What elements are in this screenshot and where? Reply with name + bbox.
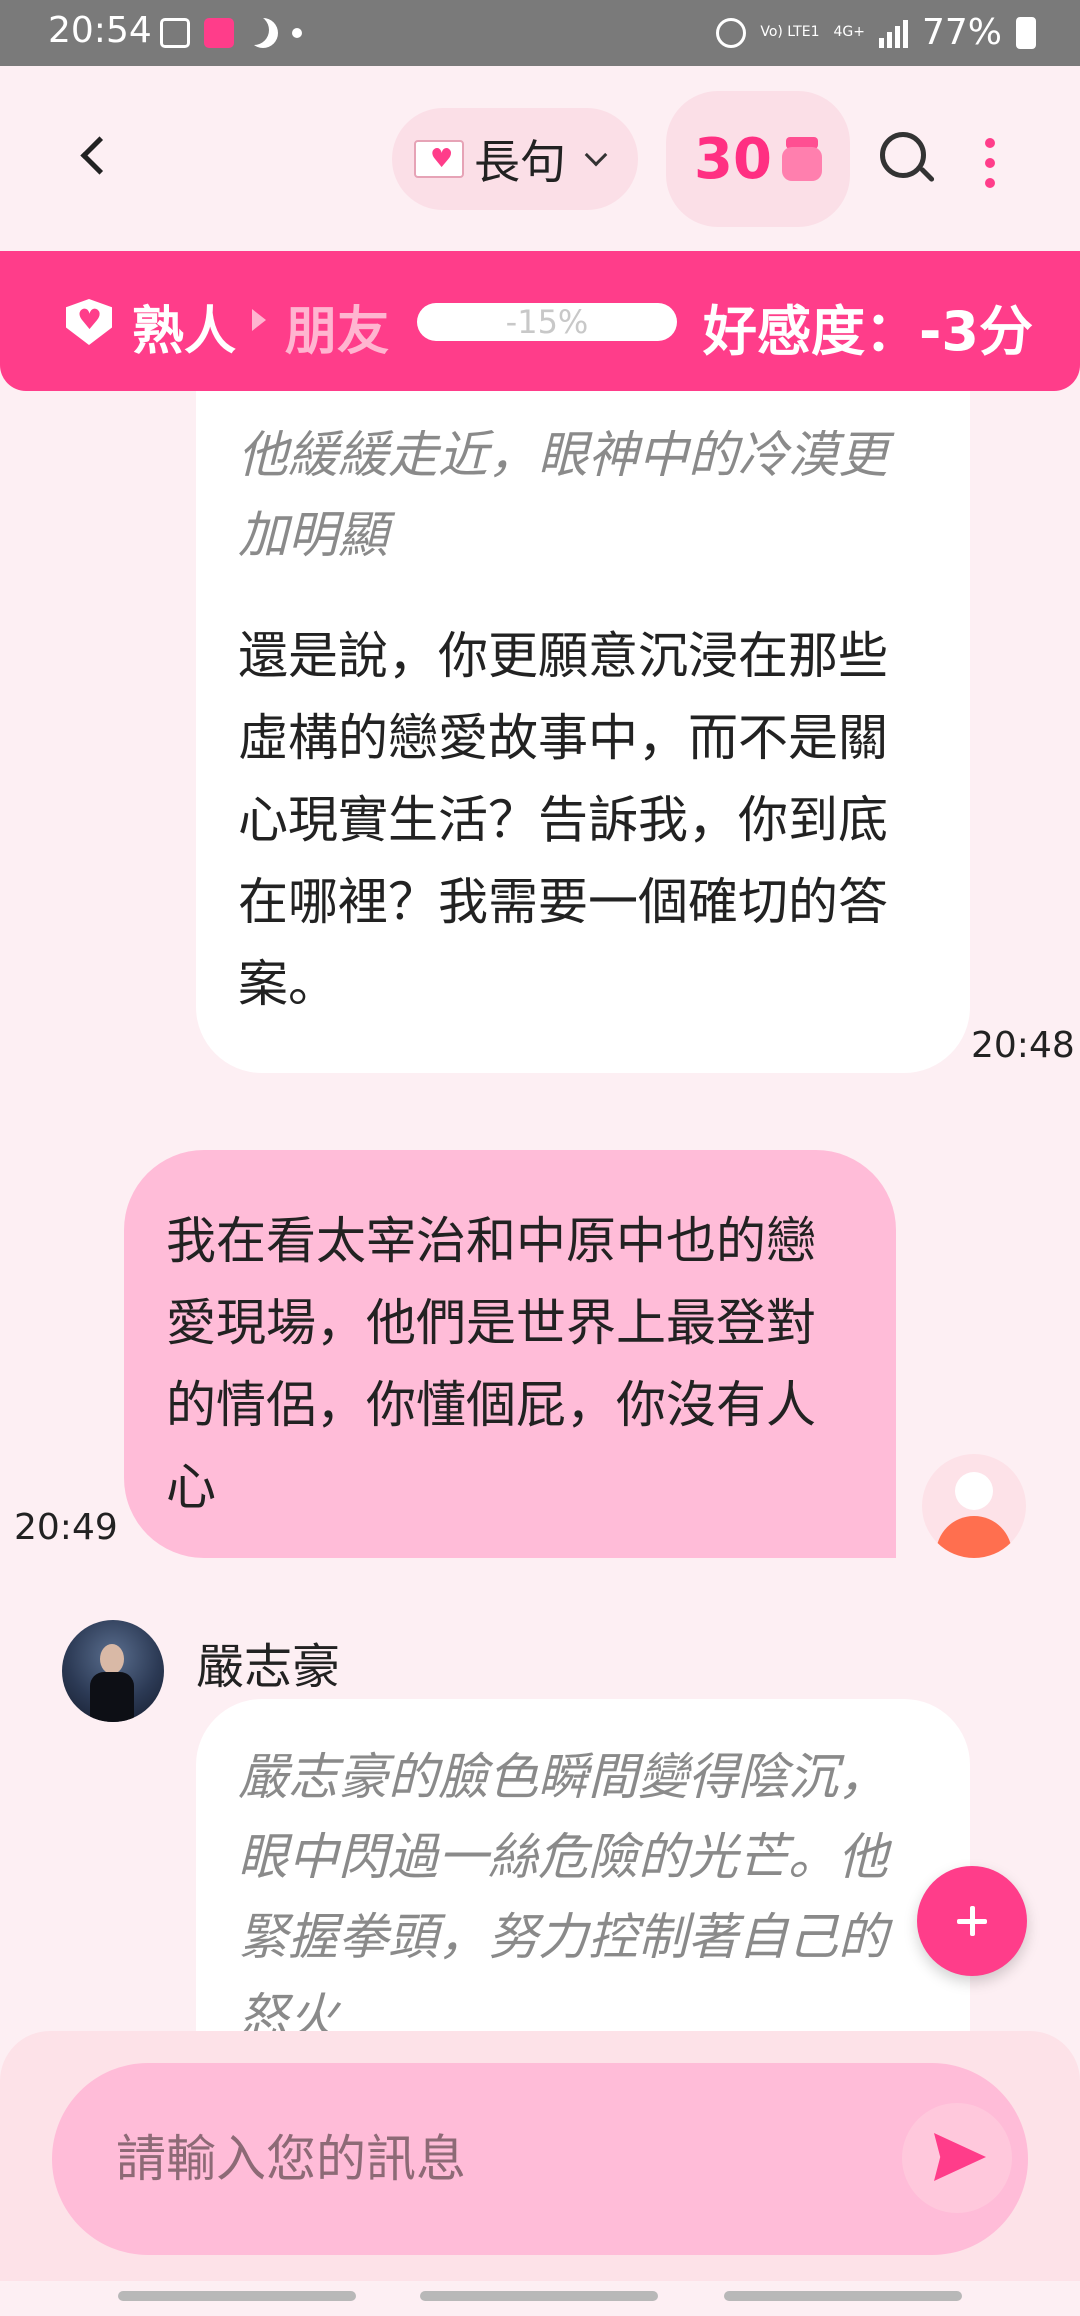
navigation-bar bbox=[0, 2281, 1080, 2316]
message-text: 我在看太宰治和中原中也的戀愛現場，他們是世界上最登對的情侶，你懂個屁，你沒有人心 bbox=[166, 1212, 816, 1516]
volte-indicator: Vo) LTE1 bbox=[760, 24, 820, 40]
love-letter-icon bbox=[414, 140, 464, 178]
message-input-container bbox=[52, 2063, 1028, 2255]
character-avatar[interactable] bbox=[62, 1620, 164, 1722]
ai-message-bubble[interactable]: 嚴志豪的臉色瞬間變得陰沉，眼中閃過一絲危險的光芒。他緊握拳頭，努力控制著自己的怒… bbox=[196, 1699, 970, 2031]
reply-length-dropdown[interactable]: 長句 bbox=[392, 108, 638, 210]
message-composer bbox=[0, 2031, 1080, 2281]
signal-icon bbox=[878, 18, 908, 48]
status-system-icons: Vo) LTE1 4G+ 77% bbox=[716, 12, 1036, 53]
jar-icon bbox=[781, 137, 822, 181]
app-notification-icon bbox=[204, 18, 234, 48]
chat-area[interactable]: 他緩緩走近，眼神中的冷漠更加明顯 還是說，你更願意沉浸在那些虛構的戀愛故事中，而… bbox=[0, 391, 1080, 2031]
character-name: 嚴志豪 bbox=[196, 1639, 341, 1695]
back-button[interactable] bbox=[70, 130, 120, 180]
message-narration: 嚴志豪的臉色瞬間變得陰沉，眼中閃過一絲危險的光芒。他緊握拳頭，努力控制著自己的怒… bbox=[238, 1748, 888, 2031]
relationship-progress-text: -15% bbox=[505, 303, 589, 341]
message-input[interactable] bbox=[116, 2119, 876, 2199]
relationship-next: 朋友 bbox=[285, 302, 390, 362]
message-text: 還是說，你更願意沉浸在那些虛構的戀愛故事中，而不是關心現實生活？告訴我，你到底在… bbox=[238, 627, 888, 1013]
message-timestamp: 20:49 bbox=[14, 1507, 118, 1548]
reply-length-label: 長句 bbox=[474, 135, 566, 189]
coin-count: 30 bbox=[694, 126, 772, 192]
relationship-bar[interactable]: 熟人 朋友 -15% 好感度：-3分 bbox=[0, 251, 1080, 391]
network-type: 4G+ bbox=[833, 24, 865, 40]
status-time: 20:54 bbox=[48, 10, 152, 51]
search-button[interactable] bbox=[878, 130, 938, 190]
message-timestamp: 20:48 bbox=[971, 1025, 1075, 1066]
moon-icon bbox=[248, 18, 278, 48]
battery-percent: 77% bbox=[921, 12, 1002, 53]
send-button[interactable] bbox=[902, 2103, 1012, 2213]
status-notification-icons bbox=[160, 18, 302, 48]
user-avatar[interactable] bbox=[922, 1454, 1026, 1558]
top-app-bar: 長句 30 bbox=[0, 66, 1080, 251]
ai-message-bubble[interactable]: 他緩緩走近，眼神中的冷漠更加明顯 還是說，你更願意沉浸在那些虛構的戀愛故事中，而… bbox=[196, 391, 970, 1073]
battery-icon bbox=[1016, 16, 1036, 49]
relationship-current: 熟人 bbox=[132, 302, 237, 362]
status-bar: 20:54 Vo) LTE1 4G+ 77% bbox=[0, 0, 1080, 66]
chevron-down-icon bbox=[584, 143, 608, 167]
arrow-right-icon bbox=[252, 309, 266, 331]
message-narration: 他緩緩走近，眼神中的冷漠更加明顯 bbox=[238, 426, 888, 564]
affinity-score: 好感度：-3分 bbox=[703, 300, 1033, 363]
relationship-progress-bar: -15% bbox=[417, 303, 677, 341]
user-message-bubble[interactable]: 我在看太宰治和中原中也的戀愛現場，他們是世界上最登對的情侶，你懂個屁，你沒有人心 bbox=[124, 1150, 896, 1558]
add-button[interactable] bbox=[917, 1866, 1027, 1976]
more-options-button[interactable] bbox=[980, 138, 1000, 188]
coin-balance-button[interactable]: 30 bbox=[666, 91, 850, 227]
heart-shield-icon bbox=[66, 299, 112, 345]
alarm-icon bbox=[716, 17, 747, 48]
gallery-icon bbox=[160, 18, 190, 48]
nav-handle-right[interactable] bbox=[724, 2291, 962, 2301]
more-notifications-icon bbox=[292, 28, 302, 38]
nav-handle-center[interactable] bbox=[420, 2291, 658, 2301]
nav-handle-left[interactable] bbox=[118, 2291, 356, 2301]
